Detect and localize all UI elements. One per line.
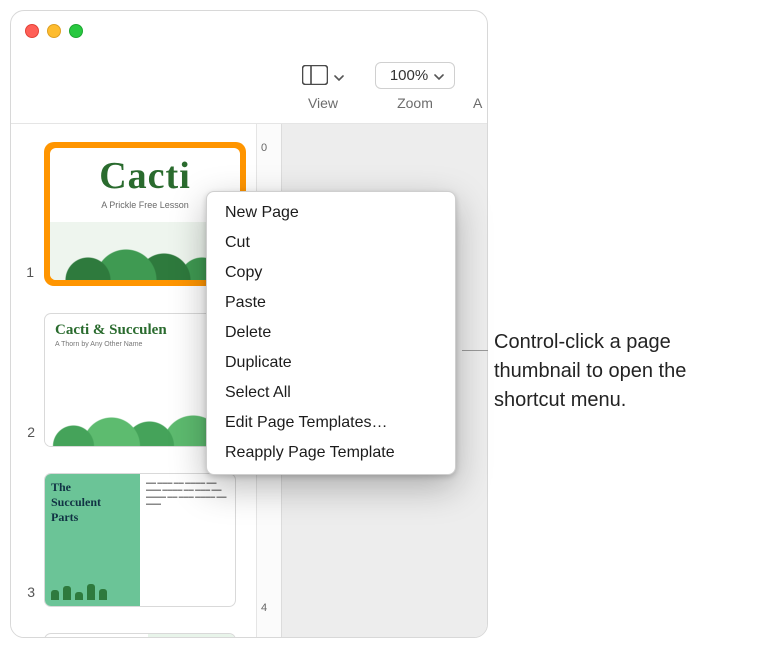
menu-item-cut[interactable]: Cut — [207, 228, 455, 258]
page-thumbnail-3[interactable]: 3 The Succulent Parts — [11, 468, 256, 628]
zoom-tool-label: Zoom — [365, 95, 465, 111]
thumbnail-preview: The Succulent Parts ▬▬ ▬▬▬ ▬▬ ▬▬▬▬ ▬▬ ▬▬… — [45, 474, 235, 606]
window-zoom-button[interactable] — [69, 24, 83, 38]
thumb1-subtitle: A Prickle Free Lesson — [101, 200, 189, 210]
zoom-value-button[interactable]: 100% — [375, 62, 455, 89]
truncated-tool-label: A — [473, 95, 488, 111]
thumb3-title: The Succulent Parts — [51, 480, 134, 525]
menu-item-duplicate[interactable]: Duplicate — [207, 348, 455, 378]
page-thumbnail-4[interactable]: 4 The Past + Future of Succulents — [11, 628, 256, 638]
menu-item-edit-page-templates[interactable]: Edit Page Templates… — [207, 408, 455, 438]
page-number: 3 — [21, 584, 35, 606]
thumb3-body-text: ▬▬ ▬▬▬ ▬▬ ▬▬▬▬ ▬▬ ▬▬▬ ▬▬▬▬ ▬▬ ▬▬▬ ▬▬ ▬▬▬… — [140, 474, 235, 606]
menu-item-delete[interactable]: Delete — [207, 318, 455, 348]
view-tool[interactable]: View — [293, 59, 353, 111]
callout-text: Control-click a page thumbnail to open t… — [494, 328, 744, 415]
annotated-screenshot: View 100% Zoom A — [0, 0, 758, 646]
menu-item-copy[interactable]: Copy — [207, 258, 455, 288]
zoom-tool[interactable]: 100% Zoom — [365, 59, 465, 111]
menu-item-select-all[interactable]: Select All — [207, 378, 455, 408]
view-tool-label: View — [293, 95, 353, 111]
chevron-down-icon — [334, 65, 344, 88]
thumb4-image — [148, 634, 235, 638]
menu-item-new-page[interactable]: New Page — [207, 198, 455, 228]
page-number: 2 — [21, 424, 35, 446]
ruler-tick: 0 — [261, 142, 267, 154]
thumb1-title: Cacti — [99, 154, 191, 198]
callout-leader-line — [462, 350, 488, 351]
thumb3-image — [51, 580, 134, 600]
page-number: 1 — [21, 264, 34, 286]
window-titlebar — [11, 11, 487, 51]
thumb4-title: The Past + Future of Succulents — [45, 634, 148, 638]
sidebar-view-icon — [302, 65, 328, 85]
truncated-tool: A — [473, 95, 488, 111]
menu-item-paste[interactable]: Paste — [207, 288, 455, 318]
thumbnail-preview: The Past + Future of Succulents — [45, 634, 235, 638]
toolbar: View 100% Zoom A — [11, 51, 487, 124]
window-close-button[interactable] — [25, 24, 39, 38]
chevron-down-icon — [434, 68, 444, 85]
window-minimize-button[interactable] — [47, 24, 61, 38]
thumbnail-context-menu: New Page Cut Copy Paste Delete Duplicate… — [206, 191, 456, 475]
ruler-tick: 4 — [261, 602, 267, 614]
menu-item-reapply-template[interactable]: Reapply Page Template — [207, 438, 455, 468]
zoom-value: 100% — [390, 67, 428, 84]
